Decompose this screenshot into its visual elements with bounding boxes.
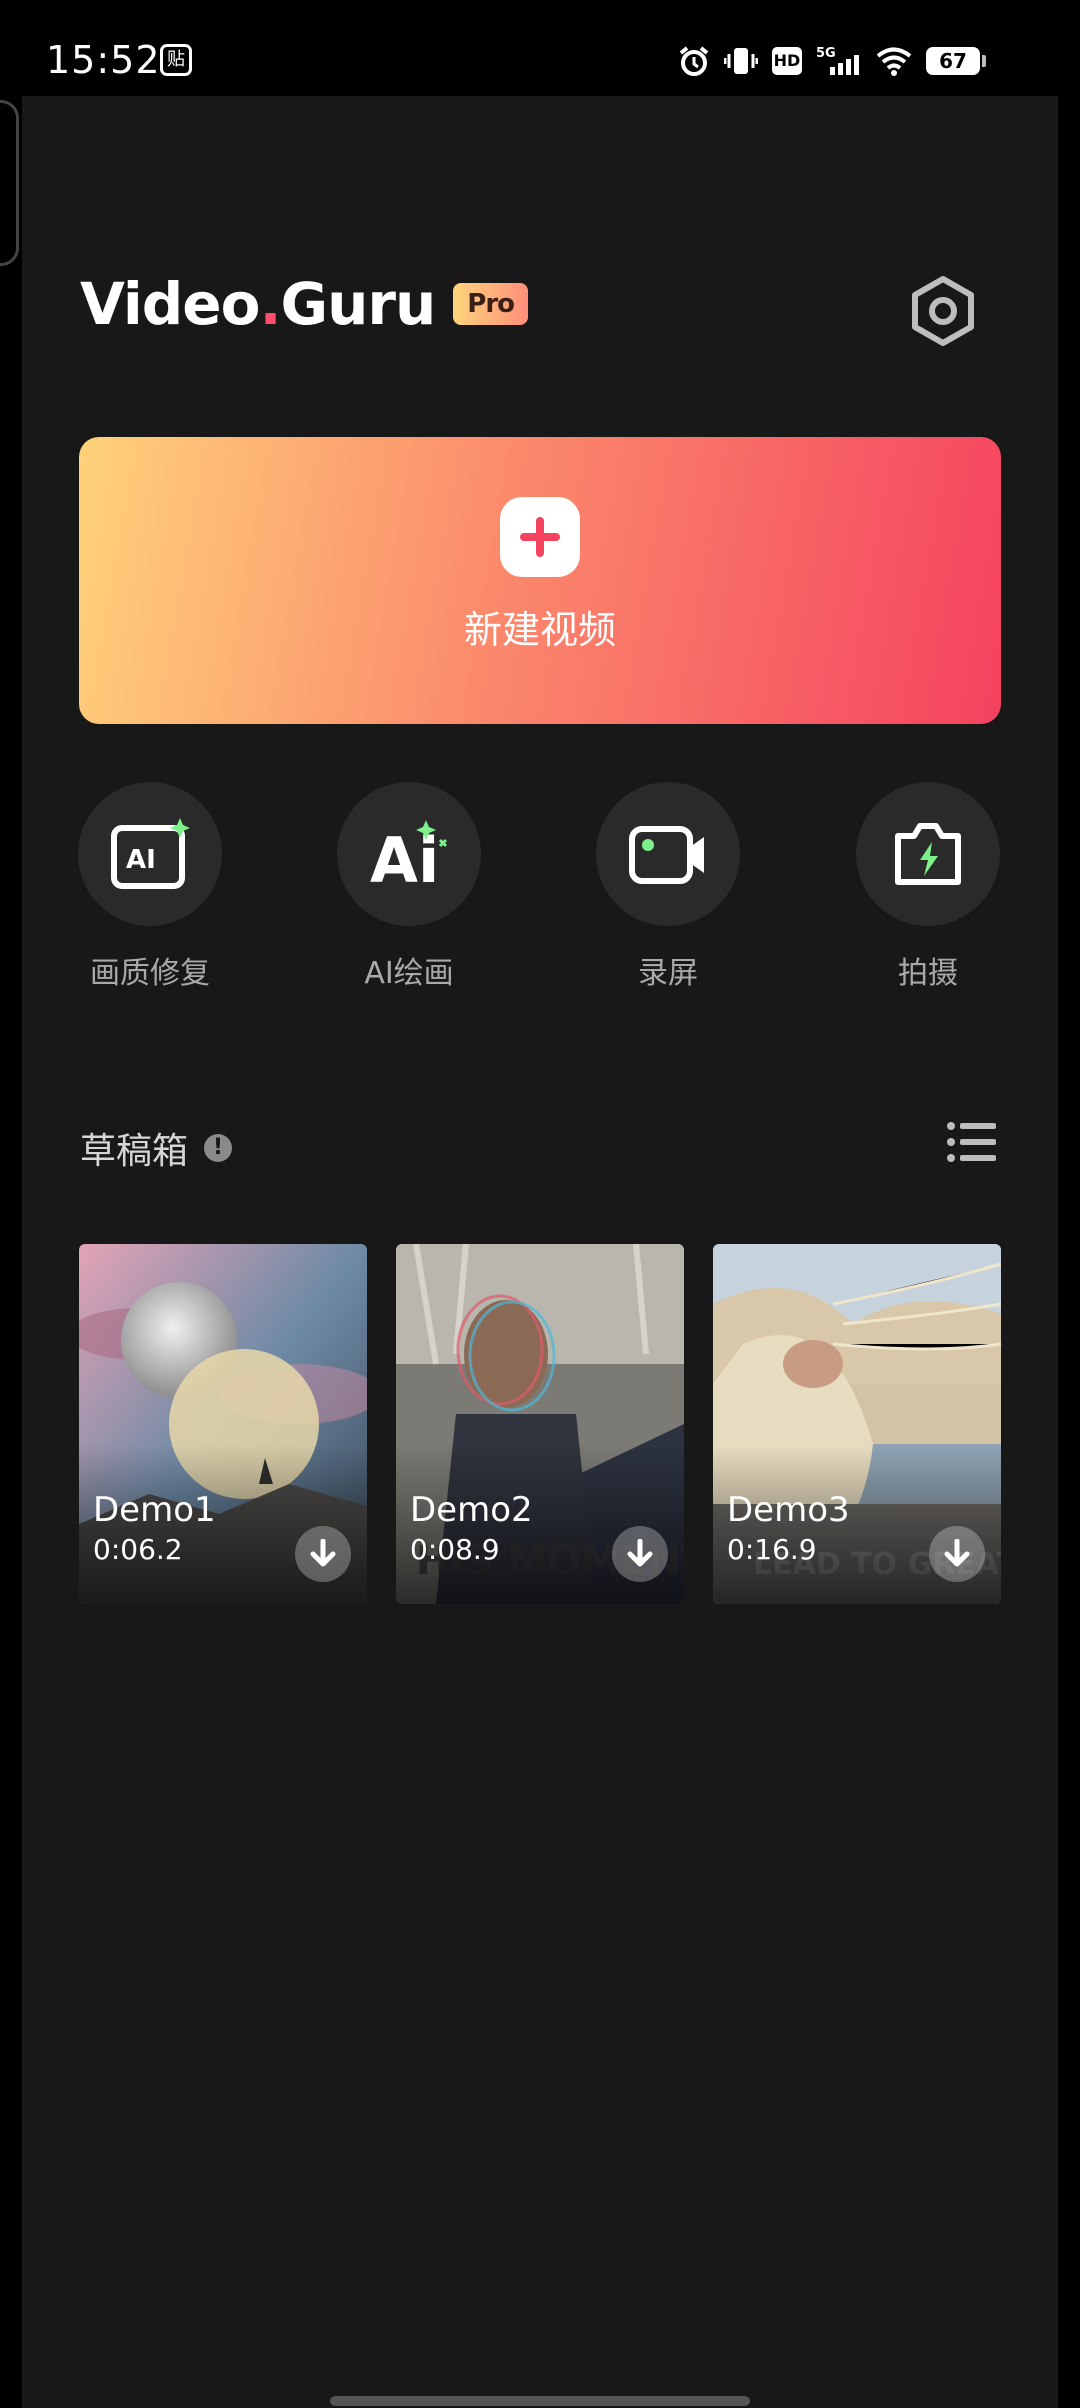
app-logo: Video . Guru Pro	[80, 270, 529, 338]
tool-circle: AI	[78, 782, 222, 926]
info-icon[interactable]: !	[204, 1134, 233, 1162]
settings-icon	[912, 276, 974, 346]
home-indicator[interactable]	[330, 2396, 750, 2406]
tool-circle	[856, 782, 1000, 926]
status-bar: 15:52 贴 HD 5G 67	[0, 0, 1080, 96]
tool-label: AI绘画	[364, 956, 454, 991]
alarm-icon	[679, 46, 709, 76]
device-edge	[0, 100, 19, 266]
draft-name: Demo1	[93, 1490, 216, 1530]
download-button[interactable]	[612, 1526, 668, 1582]
drafts-section-header: 草稿箱 !	[80, 1122, 233, 1174]
draft-duration: 0:06.2	[93, 1533, 183, 1566]
wifi-icon	[876, 47, 912, 76]
list-view-button[interactable]	[946, 1118, 998, 1166]
svg-text:AI: AI	[126, 845, 156, 875]
download-button[interactable]	[929, 1526, 985, 1582]
plus-icon	[500, 497, 580, 577]
drafts-title: 草稿箱	[80, 1131, 189, 1172]
new-video-button[interactable]: 新建视频	[79, 437, 1001, 724]
status-time: 15:52	[46, 38, 161, 82]
new-video-label: 新建视频	[463, 608, 616, 652]
screen-record-icon	[629, 826, 704, 884]
ai-paint-icon: Ai	[370, 820, 448, 892]
draft-card-3[interactable]: LEAD TO GREAT Demo3 0:16.9	[713, 1244, 1001, 1604]
tool-camera[interactable]: 拍摄	[828, 782, 1028, 992]
draft-duration: 0:16.9	[727, 1533, 817, 1566]
camera-icon	[895, 823, 961, 885]
draft-duration: 0:08.9	[410, 1533, 500, 1566]
notification-icon: 贴	[160, 44, 192, 76]
list-view-icon	[947, 1122, 996, 1162]
download-button[interactable]	[295, 1526, 351, 1582]
svg-text:Ai: Ai	[370, 824, 439, 892]
vibrate-icon	[724, 48, 758, 74]
hd-icon: HD	[772, 47, 802, 75]
svg-text:5G: 5G	[816, 46, 836, 61]
download-icon	[627, 1539, 653, 1567]
tool-circle	[596, 782, 740, 926]
download-icon	[944, 1539, 970, 1567]
tool-screen-record[interactable]: 录屏	[568, 782, 768, 992]
draft-name: Demo3	[727, 1490, 850, 1530]
pro-badge[interactable]: Pro	[453, 283, 529, 325]
tool-label: 录屏	[638, 956, 698, 991]
draft-name: Demo2	[410, 1490, 533, 1530]
draft-card-1[interactable]: Demo1 0:06.2	[79, 1244, 367, 1604]
ai-enhance-icon: AI	[111, 818, 190, 889]
download-icon	[310, 1539, 336, 1567]
tool-label: 画质修复	[90, 956, 210, 991]
draft-card-2[interactable]: HIS MOMENT Demo2 0:08.9	[396, 1244, 684, 1604]
tool-quality-repair[interactable]: AI 画质修复	[50, 782, 250, 992]
logo-dot: .	[259, 270, 281, 338]
tool-ai-painting[interactable]: Ai AI绘画	[309, 782, 509, 992]
tool-circle: Ai	[337, 782, 481, 926]
tool-label: 拍摄	[898, 956, 958, 991]
status-icons: HD 5G 67	[678, 44, 986, 78]
settings-button[interactable]	[900, 268, 986, 354]
logo-text-video: Video	[80, 270, 260, 338]
battery-icon: 67	[926, 47, 986, 75]
logo-text-guru: Guru	[280, 270, 437, 338]
signal-icon: 5G	[816, 46, 859, 75]
